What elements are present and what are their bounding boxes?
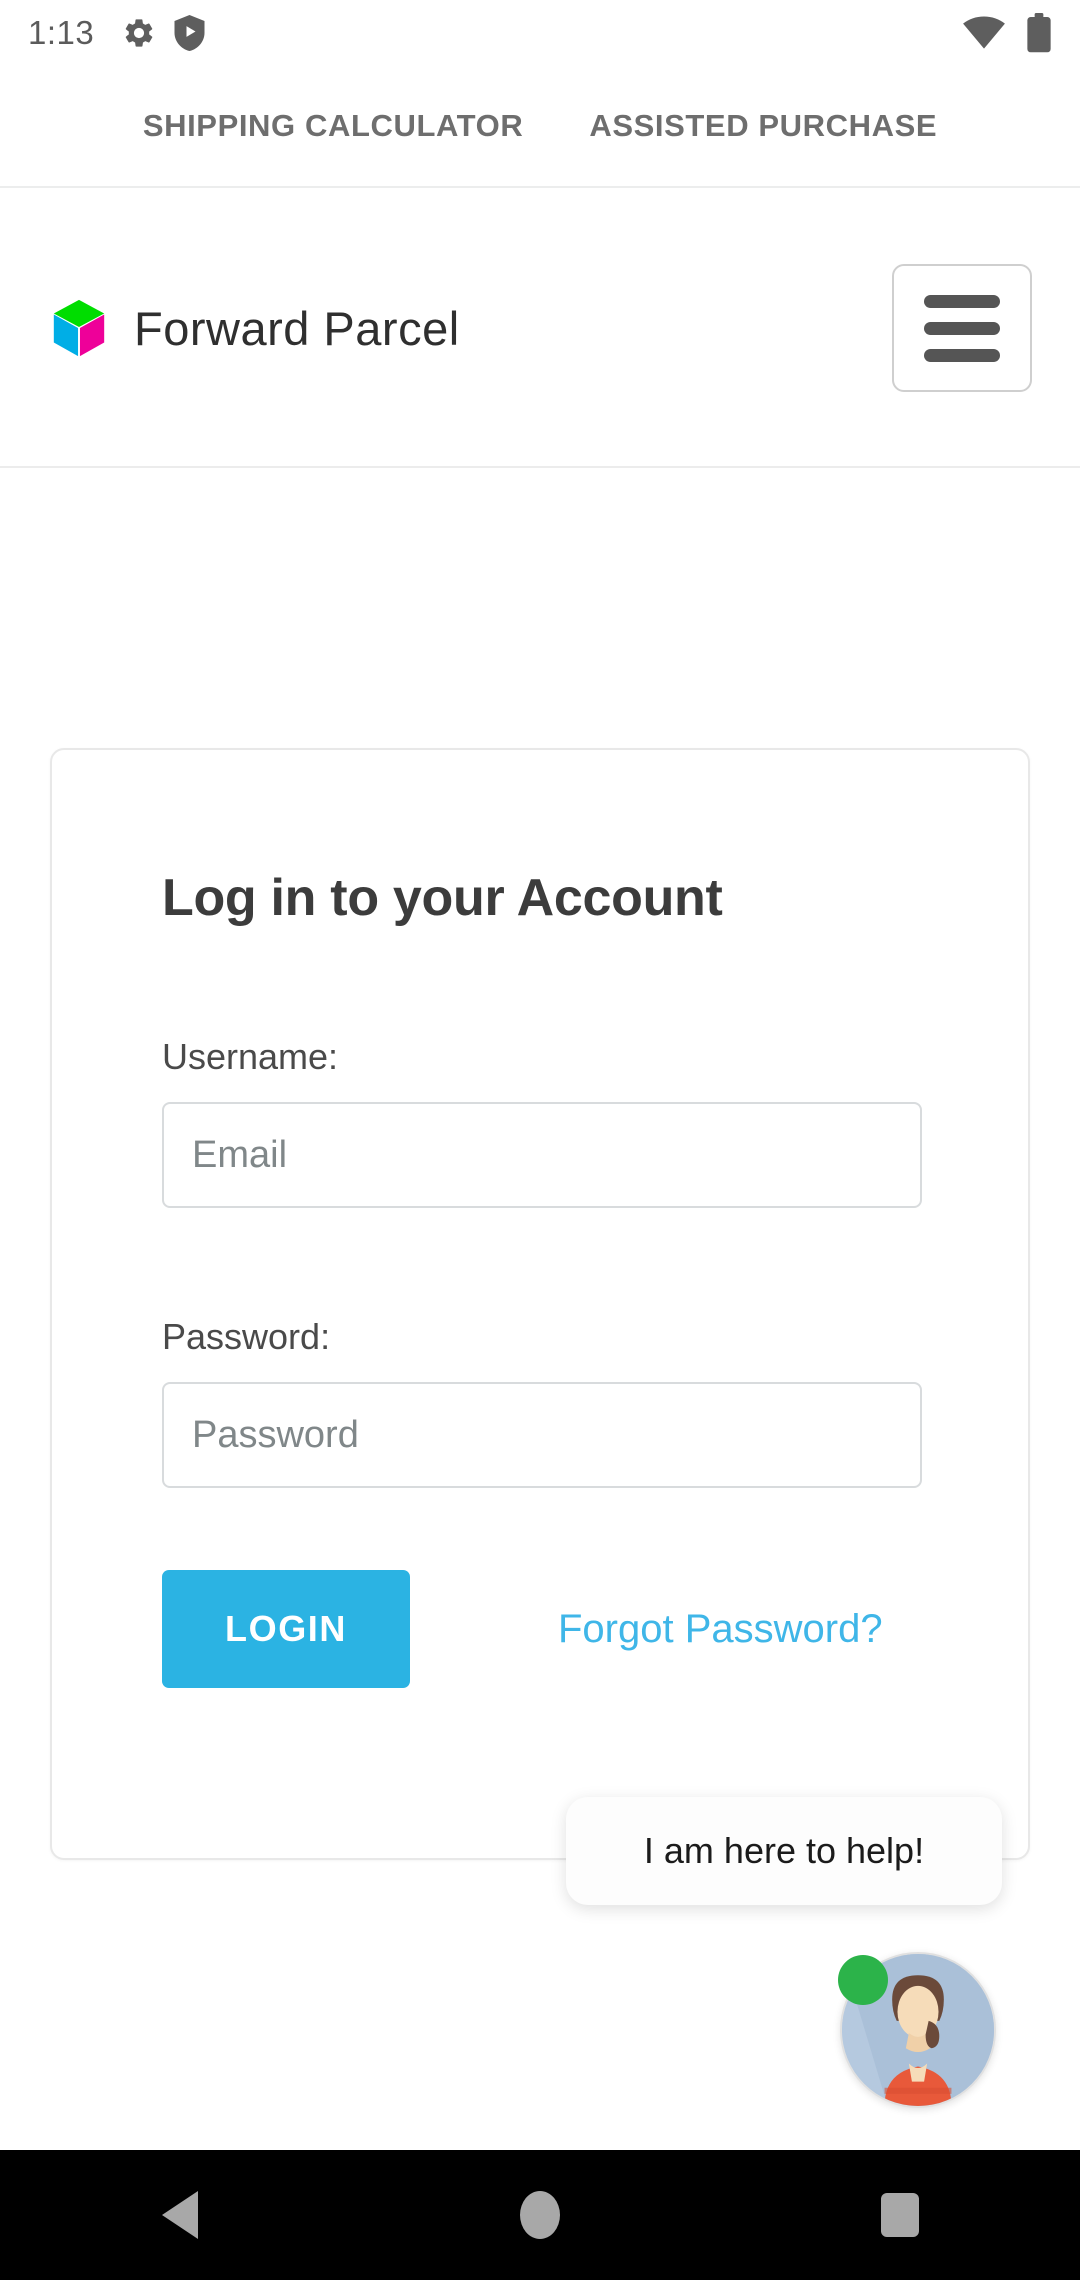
brand-name: Forward Parcel	[134, 301, 460, 355]
status-right-icons	[962, 13, 1052, 53]
back-triangle-icon	[162, 2191, 198, 2239]
hamburger-menu-icon-bar3	[924, 348, 1000, 362]
page-title: Log in to your Account	[162, 869, 723, 927]
nav-home-button[interactable]	[480, 2150, 600, 2280]
hamburger-menu-icon-bar2	[924, 321, 1000, 335]
username-input[interactable]	[162, 1102, 922, 1208]
play-protect-shield-icon	[174, 15, 205, 51]
tab-assisted-purchase[interactable]: ASSISTED PURCHASE	[589, 108, 937, 144]
app-screen: 1:13 SHIPPING CALCULATOR ASSISTED PURCHA…	[0, 0, 1080, 2280]
hamburger-menu-button[interactable]	[892, 264, 1032, 392]
forward-parcel-cube-logo-icon	[53, 299, 105, 357]
nav-back-button[interactable]	[120, 2150, 240, 2280]
login-card: Log in to your Account Username: Passwor…	[50, 748, 1030, 1860]
home-circle-icon	[520, 2191, 560, 2239]
tab-shipping-calculator[interactable]: SHIPPING CALCULATOR	[143, 108, 524, 144]
nav-recents-button[interactable]	[840, 2150, 960, 2280]
online-status-dot-icon	[838, 1955, 888, 2005]
status-left-icons	[122, 15, 205, 51]
status-bar: 1:13	[0, 0, 1080, 66]
wifi-icon	[963, 16, 1005, 49]
username-label: Username:	[162, 1036, 339, 1077]
gear-icon	[125, 19, 153, 47]
android-nav-bar	[0, 2150, 1080, 2280]
top-tab-bar: SHIPPING CALCULATOR ASSISTED PURCHASE	[0, 66, 1080, 188]
password-label: Password:	[162, 1316, 331, 1357]
hamburger-menu-icon	[924, 294, 1000, 308]
password-input[interactable]	[162, 1382, 922, 1488]
form-actions: LOGIN Forgot Password?	[162, 1570, 918, 1688]
brand-logo-group[interactable]: Forward Parcel	[48, 297, 460, 359]
chat-help-bubble[interactable]: I am here to help!	[566, 1797, 1002, 1905]
status-clock: 1:13	[28, 14, 95, 51]
forgot-password-link[interactable]: Forgot Password?	[558, 1607, 883, 1652]
recents-square-icon	[881, 2193, 919, 2237]
site-header: Forward Parcel	[0, 190, 1080, 468]
battery-icon	[1027, 13, 1051, 53]
login-button[interactable]: LOGIN	[162, 1570, 410, 1688]
